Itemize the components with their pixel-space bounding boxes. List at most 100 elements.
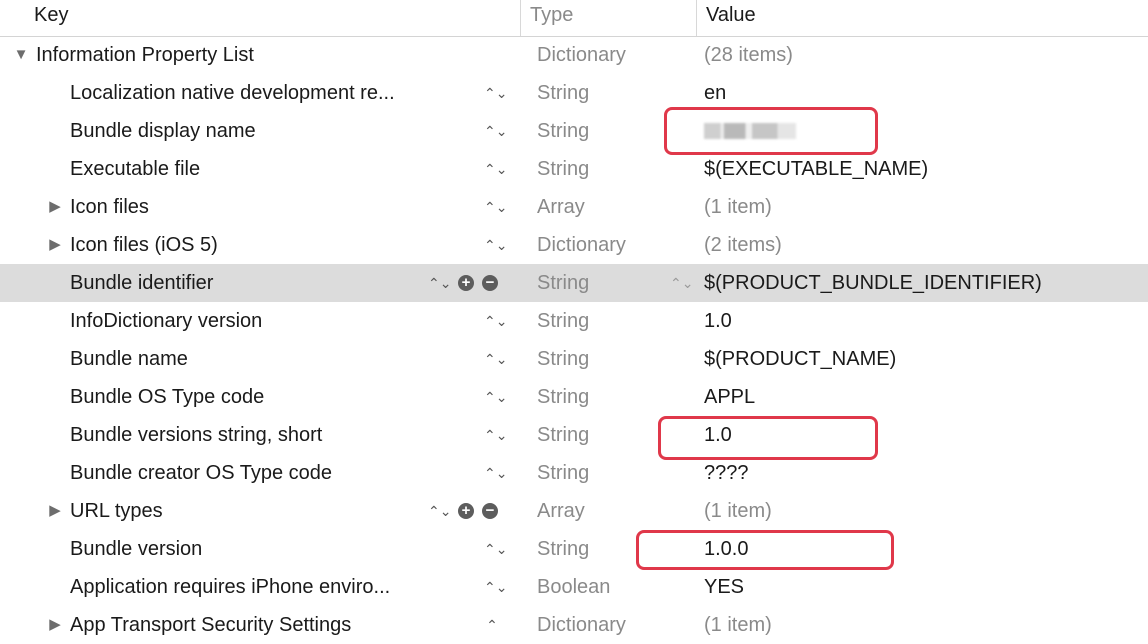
row-type: String — [537, 158, 590, 180]
key-stepper-icon[interactable]: ⌃⌄ — [484, 416, 507, 454]
row-key: Icon files — [70, 196, 149, 218]
disclosure-triangle-collapsed-icon[interactable]: ▶ — [46, 226, 64, 264]
row-key: InfoDictionary version — [70, 310, 263, 332]
plist-row-bundle-os-type-code[interactable]: Bundle OS Type code ⌃⌄ String APPL — [0, 378, 1148, 416]
plist-row-localization[interactable]: Localization native development re... ⌃⌄… — [0, 74, 1148, 112]
row-value[interactable]: $(PRODUCT_BUNDLE_IDENTIFIER) — [704, 264, 1042, 302]
plist-row-requires-iphone-env[interactable]: Application requires iPhone enviro... ⌃⌄… — [0, 568, 1148, 606]
row-value: ???? — [704, 462, 749, 484]
column-header-value[interactable]: Value — [696, 0, 1148, 36]
row-value: (2 items) — [704, 234, 782, 256]
column-header-key[interactable]: Key — [0, 0, 520, 36]
key-stepper-icon[interactable]: ⌃⌄ — [484, 74, 507, 112]
row-controls: ⌃⌄ + − — [428, 264, 512, 302]
key-stepper-icon[interactable]: ⌃⌄ — [484, 188, 507, 226]
row-key: Bundle version — [70, 538, 203, 560]
plist-row-infodictionary-version[interactable]: InfoDictionary version ⌃⌄ String 1.0 — [0, 302, 1148, 340]
disclosure-triangle-collapsed-icon[interactable]: ▶ — [46, 492, 64, 530]
row-type: String — [537, 424, 590, 446]
row-controls: ⌃⌄ + − — [428, 492, 512, 530]
row-controls: ⌃⌄ — [456, 568, 512, 606]
plist-row-bundle-creator-os-type-code[interactable]: Bundle creator OS Type code ⌃⌄ String ??… — [0, 454, 1148, 492]
row-key: Localization native development re... — [70, 82, 395, 104]
key-stepper-icon[interactable]: ⌃⌄ — [484, 530, 507, 568]
row-controls: ⌃⌄ — [456, 454, 512, 492]
row-value: 1.0.0 — [704, 538, 749, 560]
plist-rows: ▼ Information Property List Dictionary (… — [0, 36, 1148, 644]
row-value: en — [704, 82, 727, 104]
row-key: Bundle identifier — [70, 272, 214, 294]
row-controls: ⌃⌄ — [456, 74, 512, 112]
row-value: $(EXECUTABLE_NAME) — [704, 158, 929, 180]
row-value: APPL — [704, 386, 756, 408]
remove-row-icon[interactable]: − — [482, 503, 498, 519]
value-stepper-icon[interactable]: ⌃⌄ — [670, 264, 693, 302]
row-type: String — [537, 310, 590, 332]
row-type: Dictionary — [537, 234, 626, 256]
row-controls: ⌃ — [456, 606, 512, 644]
key-stepper-icon[interactable]: ⌃⌄ — [484, 378, 507, 416]
row-key: Executable file — [70, 158, 201, 180]
row-type: Boolean — [537, 576, 611, 598]
row-controls: ⌃⌄ — [456, 112, 512, 150]
row-type: Array — [537, 500, 585, 522]
plist-row-bundle-name[interactable]: Bundle name ⌃⌄ String $(PRODUCT_NAME) — [0, 340, 1148, 378]
row-controls: ⌃⌄ — [456, 188, 512, 226]
plist-row-app-transport-security[interactable]: ▶ App Transport Security Settings ⌃ Dict… — [0, 606, 1148, 644]
disclosure-triangle-expanded-icon[interactable]: ▼ — [12, 36, 30, 74]
row-type: String — [537, 386, 590, 408]
disclosure-triangle-collapsed-icon[interactable]: ▶ — [46, 188, 64, 226]
row-controls: ⌃⌄ — [456, 530, 512, 568]
row-type: Dictionary — [537, 614, 626, 636]
row-type: String — [537, 272, 590, 294]
plist-row-bundle-identifier[interactable]: Bundle identifier ⌃⌄ + − String ⌃⌄ $(PRO… — [0, 264, 1148, 302]
column-header: Key Type Value — [0, 0, 1148, 37]
key-stepper-icon[interactable]: ⌃⌄ — [484, 112, 507, 150]
row-value: (1 item) — [704, 500, 772, 522]
row-type: String — [537, 348, 590, 370]
key-stepper-icon[interactable]: ⌃⌄ — [484, 340, 507, 378]
plist-row-executable-file[interactable]: Executable file ⌃⌄ String $(EXECUTABLE_N… — [0, 150, 1148, 188]
add-row-icon[interactable]: + — [458, 275, 474, 291]
row-key: Bundle OS Type code — [70, 386, 265, 408]
plist-row-bundle-display-name[interactable]: Bundle display name ⌃⌄ String — [0, 112, 1148, 150]
plist-row-bundle-version[interactable]: Bundle version ⌃⌄ String 1.0.0 — [0, 530, 1148, 568]
row-value: (1 item) — [704, 614, 772, 636]
row-value: (28 items) — [704, 44, 793, 66]
row-value: 1.0 — [704, 310, 732, 332]
row-value: $(PRODUCT_NAME) — [704, 348, 897, 370]
row-controls: ⌃⌄ — [456, 150, 512, 188]
row-controls: ⌃⌄ — [456, 378, 512, 416]
row-controls: ⌃⌄ — [456, 302, 512, 340]
blurred-value-image — [704, 123, 796, 139]
plist-row-bundle-versions-string-short[interactable]: Bundle versions string, short ⌃⌄ String … — [0, 416, 1148, 454]
row-key: URL types — [70, 500, 163, 522]
row-key: Icon files (iOS 5) — [70, 234, 218, 256]
key-stepper-icon[interactable]: ⌃ — [484, 606, 500, 644]
plist-row-icon-files[interactable]: ▶ Icon files ⌃⌄ Array (1 item) — [0, 188, 1148, 226]
key-stepper-icon[interactable]: ⌃⌄ — [428, 264, 451, 302]
row-type: Dictionary — [537, 44, 626, 66]
row-key: Bundle versions string, short — [70, 424, 323, 446]
row-type: String — [537, 120, 590, 142]
plist-row-information-property-list[interactable]: ▼ Information Property List Dictionary (… — [0, 36, 1148, 74]
plist-row-icon-files-ios5[interactable]: ▶ Icon files (iOS 5) ⌃⌄ Dictionary (2 it… — [0, 226, 1148, 264]
add-row-icon[interactable]: + — [458, 503, 474, 519]
row-value: YES — [704, 576, 745, 598]
row-controls: ⌃⌄ — [456, 340, 512, 378]
key-stepper-icon[interactable]: ⌃⌄ — [428, 492, 451, 530]
row-key: Bundle name — [70, 348, 188, 370]
key-stepper-icon[interactable]: ⌃⌄ — [484, 150, 507, 188]
key-stepper-icon[interactable]: ⌃⌄ — [484, 302, 507, 340]
column-header-type[interactable]: Type — [520, 0, 696, 36]
key-stepper-icon[interactable]: ⌃⌄ — [484, 226, 507, 264]
remove-row-icon[interactable]: − — [482, 275, 498, 291]
row-key: Information Property List — [36, 44, 254, 66]
key-stepper-icon[interactable]: ⌃⌄ — [484, 454, 507, 492]
row-type: String — [537, 538, 590, 560]
row-value: (1 item) — [704, 196, 772, 218]
plist-row-url-types[interactable]: ▶ URL types ⌃⌄ + − Array (1 item) — [0, 492, 1148, 530]
key-stepper-icon[interactable]: ⌃⌄ — [484, 568, 507, 606]
disclosure-triangle-collapsed-icon[interactable]: ▶ — [46, 606, 64, 644]
row-key: App Transport Security Settings — [70, 614, 352, 636]
